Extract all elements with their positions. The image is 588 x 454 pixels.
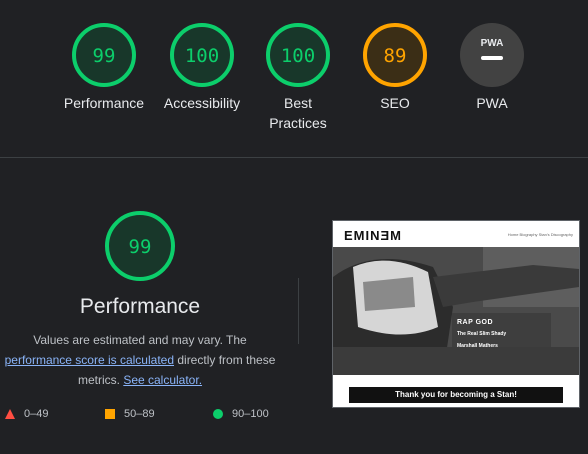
gauge-ring-accessibility: 100 xyxy=(170,23,234,87)
see-calculator-link[interactable]: See calculator. xyxy=(123,373,202,387)
gauge-ring-seo: 89 xyxy=(363,23,427,87)
pwa-badge-icon: PWA xyxy=(460,23,524,87)
triangle-icon xyxy=(5,409,15,419)
gauge-best-practices[interactable]: 100 Best Practices xyxy=(248,22,348,133)
legend-average: 50–89 xyxy=(105,408,155,420)
gauge-score-accessibility: 100 xyxy=(185,45,219,67)
performance-big-gauge: 99 xyxy=(103,209,177,288)
legend-fail: 0–49 xyxy=(5,408,48,420)
pwa-badge-text: PWA xyxy=(481,38,504,49)
performance-description: Values are estimated and may vary. The p… xyxy=(4,333,276,387)
gauge-label-performance: Performance xyxy=(63,95,145,111)
gauge-accessibility[interactable]: 100 Accessibility xyxy=(152,22,252,113)
gauge-label-seo: SEO xyxy=(380,95,410,111)
gauge-score-performance: 99 xyxy=(93,45,116,67)
performance-big-score: 99 xyxy=(129,236,152,258)
thumb-nav: EMINƎM Home Biography Stan's Discography xyxy=(333,221,579,247)
gauge-score-best-practices: 100 xyxy=(281,45,315,67)
final-screenshot-thumbnail[interactable]: EMINƎM Home Biography Stan's Discography… xyxy=(332,220,580,408)
gauge-performance[interactable]: 99 Performance xyxy=(54,22,154,113)
performance-score-link[interactable]: performance score is calculated xyxy=(5,353,174,367)
gauge-ring-best-practices: 100 xyxy=(266,23,330,87)
score-legend: 0–49 50–89 90–100 xyxy=(0,408,300,424)
gauge-label-accessibility: Accessibility xyxy=(163,95,241,111)
thumb-banner: Thank you for becoming a Stan! xyxy=(349,387,563,403)
square-icon xyxy=(105,409,115,419)
gauge-ring-performance: 99 xyxy=(72,23,136,87)
vertical-separator xyxy=(298,278,299,344)
thumb-info-card: RAP GOD The Real Slim Shady Marshall Mat… xyxy=(452,313,551,367)
performance-title: Performance xyxy=(79,295,201,318)
thumb-hero-image: RAP GOD The Real Slim Shady Marshall Mat… xyxy=(333,247,579,375)
gauge-score-seo: 89 xyxy=(384,45,407,67)
thumb-footer: Thank you for becoming a Stan! xyxy=(333,375,579,407)
section-divider xyxy=(0,157,588,158)
thumb-logo: EMINƎM xyxy=(344,228,402,243)
thumb-menu: Home Biography Stan's Discography xyxy=(507,232,573,237)
gauge-seo[interactable]: 89 SEO xyxy=(345,22,445,113)
legend-pass: 90–100 xyxy=(213,408,269,420)
circle-icon xyxy=(213,409,223,419)
gauge-label-best-practices: Best Practices xyxy=(269,95,327,131)
gauge-label-pwa: PWA xyxy=(476,95,508,111)
category-gauges: 99 Performance 100 Accessibility 100 Bes… xyxy=(0,0,588,157)
gauge-pwa[interactable]: PWA PWA xyxy=(442,22,542,113)
